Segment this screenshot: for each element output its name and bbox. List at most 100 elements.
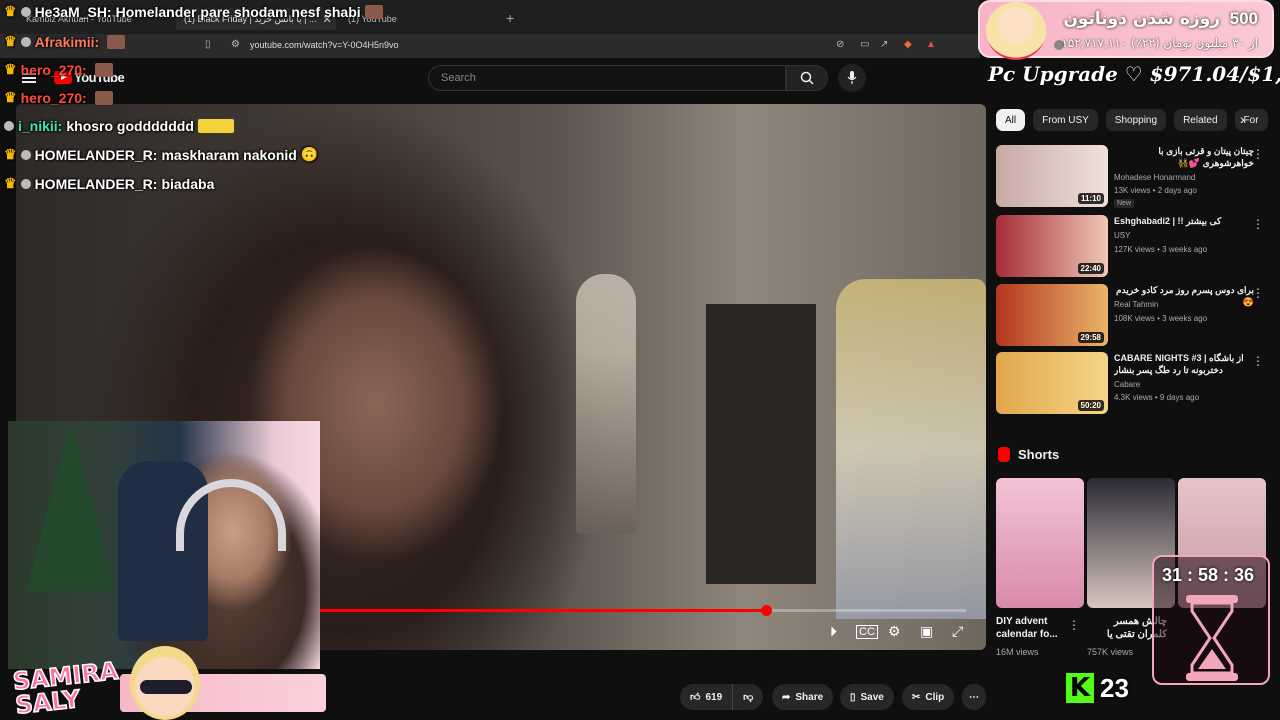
chat-username: hero_270: xyxy=(20,61,87,78)
more-options-icon[interactable]: ⋮ xyxy=(1252,286,1264,300)
video-thumbnail[interactable]: 29:58 xyxy=(996,284,1108,346)
thumbs-down-icon: 👎︎ xyxy=(743,692,754,703)
video-meta: 127K views • 3 weeks ago xyxy=(1114,245,1208,254)
miniplayer-icon[interactable]: ▣ xyxy=(920,623,933,640)
chat-message: ♛ hero_270: xyxy=(4,89,113,106)
video-title[interactable]: Eshghabadi2 | !! کی بیشتر xyxy=(1114,215,1254,227)
recommended-video[interactable]: 29:58 برای دوس پسرم روز مرد کادو خریدم 😍… xyxy=(996,284,1268,348)
chevron-right-icon[interactable]: › xyxy=(1240,111,1245,127)
video-meta: 108K views • 3 weeks ago xyxy=(1114,314,1208,323)
clip-button[interactable]: ✂ Clip xyxy=(902,684,955,710)
chip-all[interactable]: All xyxy=(996,109,1026,131)
search-icon xyxy=(800,71,814,85)
new-badge: New xyxy=(1114,199,1135,208)
scissors-icon: ✂ xyxy=(912,691,921,703)
donation-amount: 500 xyxy=(1229,9,1258,28)
more-options-icon[interactable]: ⋮ xyxy=(1252,217,1264,231)
cast-icon[interactable]: ▭ xyxy=(860,39,869,50)
site-info-icon[interactable]: ⚙ xyxy=(231,39,240,50)
search-input[interactable]: Search xyxy=(428,65,786,91)
voice-search-button[interactable] xyxy=(838,64,866,92)
chat-username: Afrakimii: xyxy=(34,33,100,50)
settings-gear-icon[interactable]: ⚙ xyxy=(888,623,901,640)
more-options-icon[interactable]: ⋮ xyxy=(1068,618,1080,632)
thumbs-up-icon: 👍︎ xyxy=(690,692,701,703)
save-button[interactable]: ▯ Save xyxy=(840,684,894,710)
share-label: Share xyxy=(795,691,824,703)
user-badge-icon xyxy=(20,6,31,17)
fullscreen-icon[interactable]: ⤢ xyxy=(952,623,963,640)
short-title[interactable]: DIY advent calendar fo... xyxy=(996,615,1076,641)
donation-progress-text: ۱۵۲,۷۱۷,۱۱۰ از ۳۰ میلیون تومان (۲۲٪) xyxy=(1061,36,1258,50)
save-group: ▯ Save xyxy=(840,684,894,710)
crown-icon: ♛ xyxy=(4,89,17,105)
recommended-video[interactable]: 11:10 چیتان پیتان و قرتی بازی با خواهرشو… xyxy=(996,145,1268,209)
chat-message: ♛ Afrakimii: xyxy=(4,33,126,50)
address-bar xyxy=(0,34,980,58)
share-button[interactable]: ➦ Share xyxy=(772,684,834,710)
like-dislike-group: 👍︎ 619 👎︎ xyxy=(680,684,764,710)
video-title[interactable]: CABARE NIGHTS #3 | از باشگاه دختربونه تا… xyxy=(1114,352,1254,376)
short-thumbnail[interactable] xyxy=(996,478,1084,608)
progress-scrubber[interactable] xyxy=(760,605,772,616)
url-field[interactable]: youtube.com/watch?v=Y-0O4H5n9vo xyxy=(250,40,399,50)
brave-icon[interactable]: ◆ xyxy=(904,39,912,50)
crown-icon: ♛ xyxy=(4,175,17,191)
video-scene-mannequin xyxy=(576,274,636,534)
chat-message: ♛ HOMELANDER_R: maskharam nakonid 🙃 xyxy=(4,146,318,163)
new-tab-icon[interactable]: + xyxy=(506,10,514,26)
like-button[interactable]: 👍︎ 619 xyxy=(680,684,733,710)
crown-icon: ♛ xyxy=(4,3,17,19)
rewards-icon[interactable]: ▲ xyxy=(926,39,936,50)
christmas-tree xyxy=(26,421,116,591)
more-group: ⋯ xyxy=(962,684,986,710)
video-thumbnail[interactable]: 22:40 xyxy=(996,215,1108,277)
dislike-button[interactable]: 👎︎ xyxy=(732,684,764,710)
user-badge-icon xyxy=(20,178,31,189)
bookmark-save-icon: ▯ xyxy=(850,691,856,703)
streamer-brand-banner: SAMIRA SALY xyxy=(0,646,330,720)
more-options-icon[interactable]: ⋮ xyxy=(1252,147,1264,161)
chip-shopping[interactable]: Shopping xyxy=(1105,109,1167,131)
progress-played xyxy=(320,609,766,612)
shorts-heading: Shorts xyxy=(998,447,1059,462)
chip-related[interactable]: Related xyxy=(1174,109,1227,131)
video-thumbnail[interactable]: 11:10 xyxy=(996,145,1108,207)
kick-logo-icon: K xyxy=(1066,673,1094,703)
shorts-logo-icon xyxy=(998,447,1010,462)
recommended-video[interactable]: 50:20 CABARE NIGHTS #3 | از باشگاه دخترب… xyxy=(996,352,1268,416)
like-count: 619 xyxy=(705,691,723,703)
video-title[interactable]: چیتان پیتان و قرتی بازی با خواهرشوهری 💕👯… xyxy=(1114,145,1254,169)
kick-viewer-count: K 23 xyxy=(1066,670,1146,706)
timer-text: 31 : 58 : 36 xyxy=(1162,565,1255,585)
emote-icon xyxy=(197,119,234,133)
emote-icon xyxy=(94,62,113,77)
user-badge-icon xyxy=(4,121,14,131)
share-page-icon[interactable]: ↗ xyxy=(880,39,888,50)
no-eye-icon[interactable]: ⊘ xyxy=(836,39,844,50)
bookmark-icon[interactable]: ▯ xyxy=(205,39,211,50)
chip-from-usy[interactable]: From USY xyxy=(1033,109,1098,131)
more-actions-button[interactable]: ⋯ xyxy=(962,684,986,710)
channel-name[interactable]: Cabare xyxy=(1114,380,1140,389)
chat-text: Homelander pare shodam nesf shabi xyxy=(115,3,361,20)
video-progress-bar[interactable] xyxy=(320,605,966,616)
recommended-video[interactable]: 22:40 Eshghabadi2 | !! کی بیشتر USY 127K… xyxy=(996,215,1268,279)
captions-icon[interactable]: CC xyxy=(856,625,878,639)
search-button[interactable] xyxy=(786,65,828,91)
channel-name[interactable]: Mohadese Honarmand xyxy=(1114,173,1195,182)
donation-avatar xyxy=(986,2,1046,60)
channel-name[interactable]: Real Tahmin xyxy=(1114,300,1158,309)
filter-chips: All From USY Shopping Related For xyxy=(996,109,1268,131)
chat-message: ♛ hero_270: xyxy=(4,61,113,78)
chat-text: biadaba xyxy=(161,175,215,192)
more-options-icon[interactable]: ⋮ xyxy=(1252,354,1264,368)
user-badge-icon xyxy=(20,36,31,47)
emote-icon xyxy=(364,4,383,19)
video-thumbnail[interactable]: 50:20 xyxy=(996,352,1108,414)
autoplay-toggle-icon[interactable]: ⏵ xyxy=(830,623,837,640)
donation-title: روزه شدن دوناتون xyxy=(1063,9,1220,29)
channel-name[interactable]: USY xyxy=(1114,231,1130,240)
emote-icon xyxy=(107,34,126,49)
crown-icon: ♛ xyxy=(4,146,17,162)
